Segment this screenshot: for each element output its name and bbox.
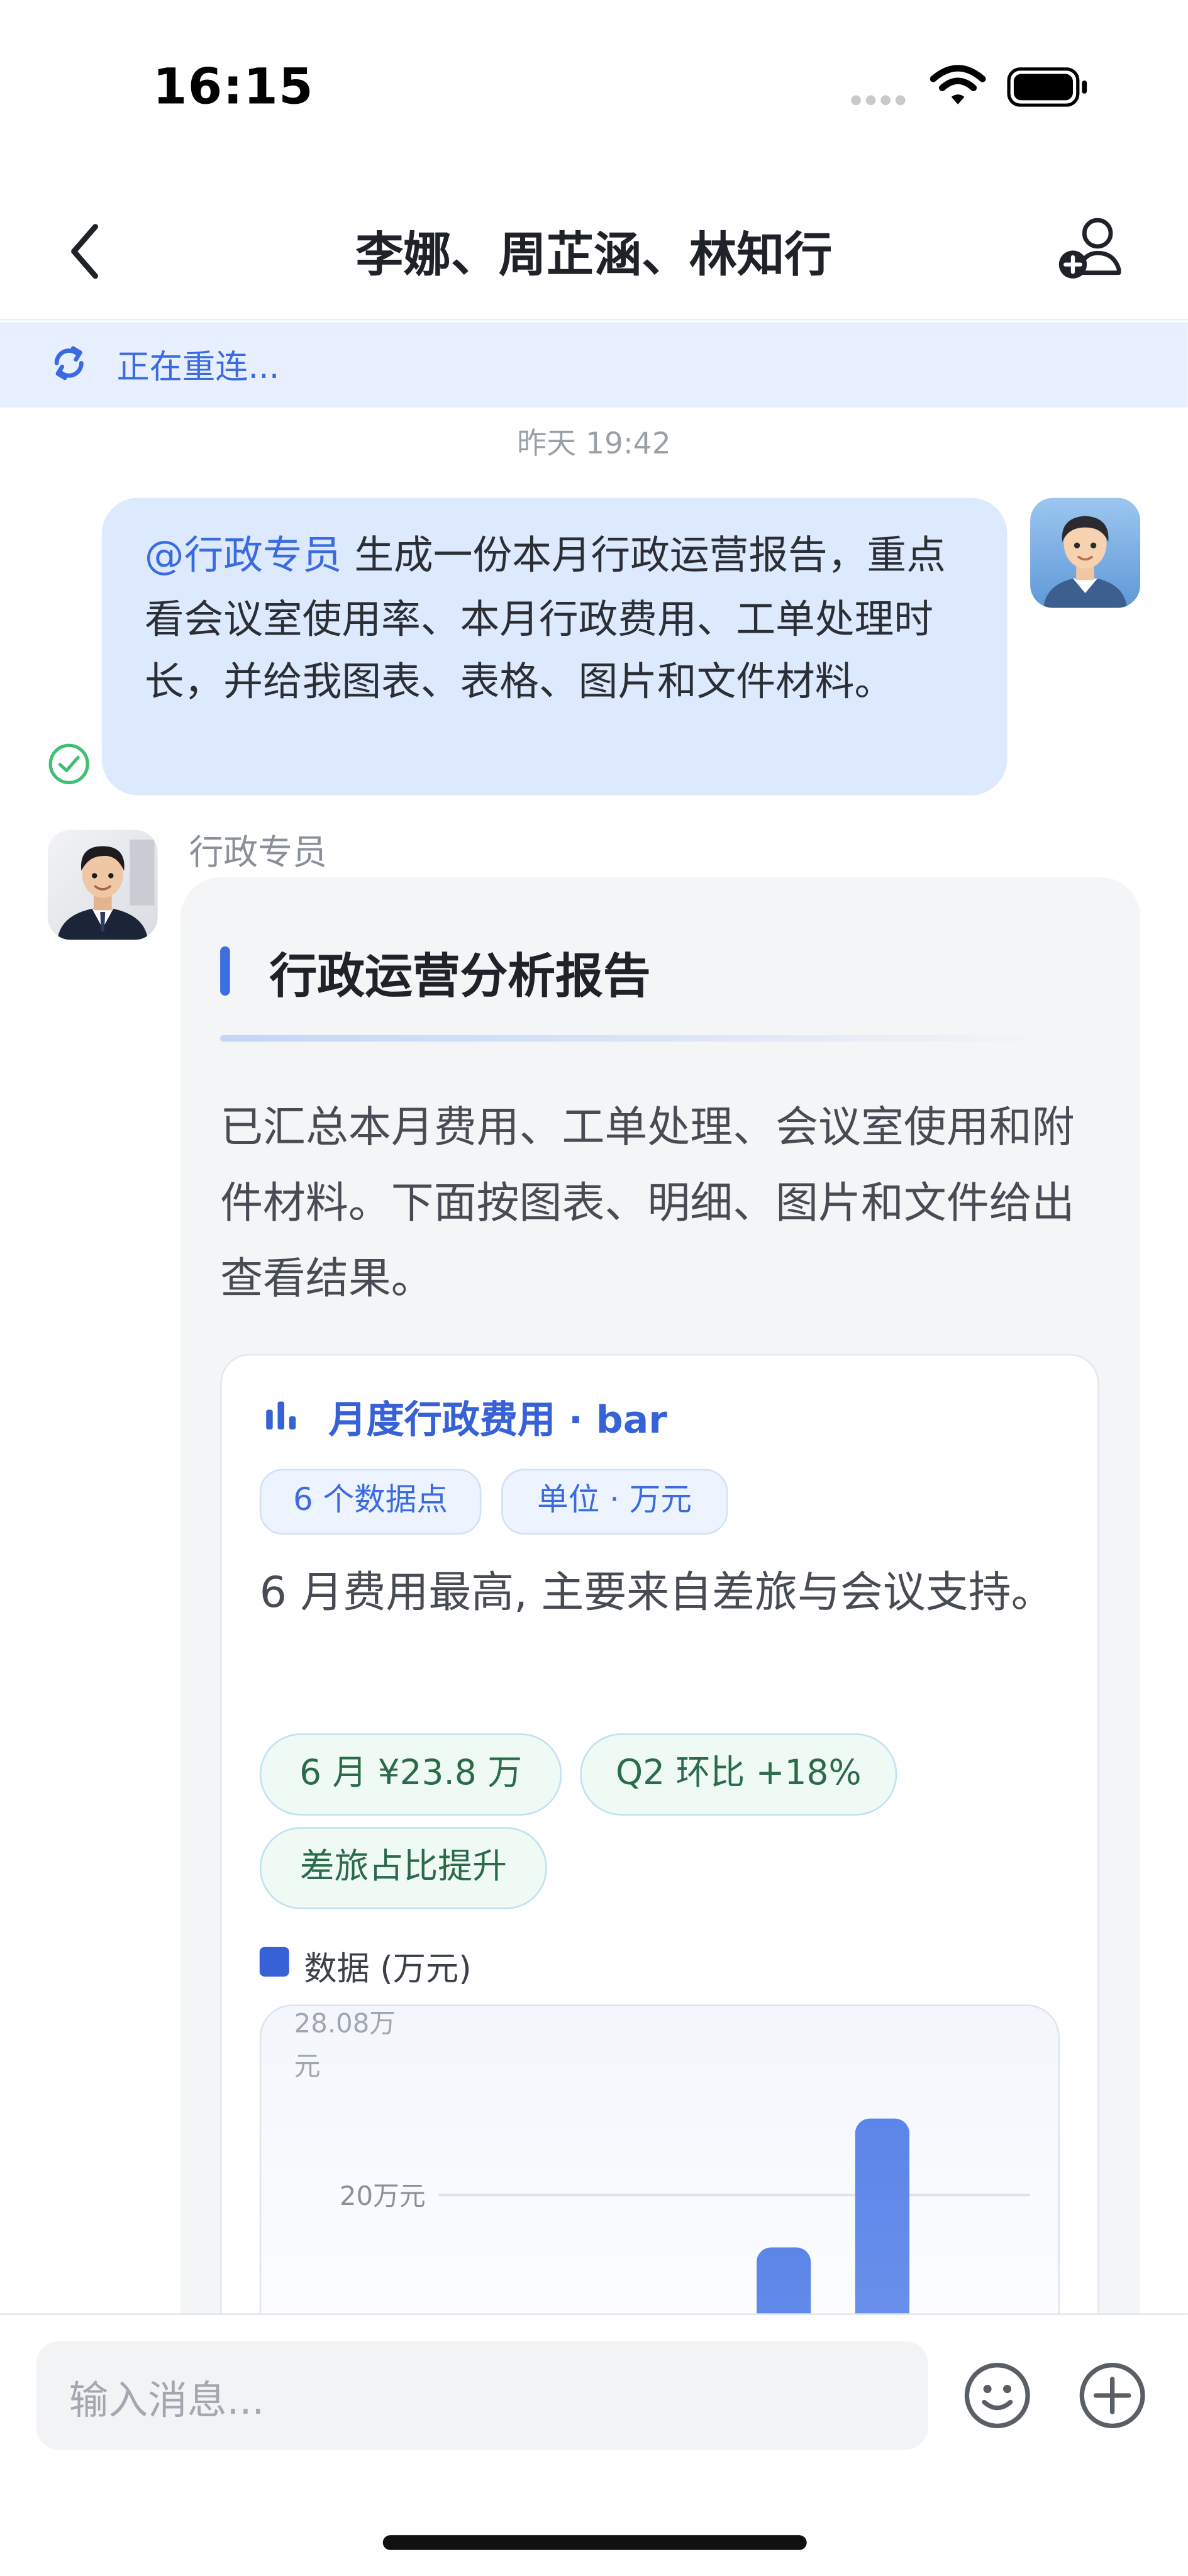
message-timestamp: 昨天 19:42 [517, 427, 671, 462]
add-person-icon[interactable] [1052, 214, 1130, 289]
unit-chip: 单位 · 万元 [501, 1468, 728, 1535]
check-circle-icon [48, 743, 89, 784]
report-title-accent [220, 946, 230, 996]
highlight-chip: 差旅占比提升 [259, 1827, 547, 1909]
message-input-placeholder: 输入消息... [69, 2377, 265, 2424]
data-points-chip: 6 个数据点 [259, 1468, 482, 1535]
battery-icon [1007, 67, 1087, 107]
legend-label: 数据 (万元) [304, 1948, 472, 1989]
reconnect-banner: 正在重连... [0, 322, 1188, 408]
highlight-chip: Q2 环比 +18% [580, 1733, 897, 1816]
y-tick-label: 元 [294, 2051, 321, 2082]
nav-divider [0, 318, 1188, 321]
chat-title: 李娜、周芷涵、林知行 [355, 226, 833, 283]
agent-avatar[interactable] [47, 830, 158, 940]
add-icon[interactable] [1078, 2361, 1147, 2430]
status-time: 16:15 [152, 59, 314, 117]
chart-note: 6 月费用最高, 主要来自差旅与会议支持。 [259, 1568, 1054, 1619]
wifi-icon [930, 65, 986, 104]
user-avatar[interactable] [1030, 497, 1141, 608]
y-tick-label: 28.08万 [294, 2008, 396, 2039]
reconnect-text: 正在重连... [116, 347, 280, 386]
report-title-divider [220, 1035, 1058, 1042]
emoji-icon[interactable] [963, 2361, 1032, 2430]
y-tick-label: 20万元 [340, 2180, 426, 2211]
home-indicator [382, 2535, 807, 2550]
report-summary: 已汇总本月费用、工单处理、会议室使用和附件材料。下面按图表、明细、图片和文件给出… [220, 1104, 1075, 1305]
signal-icon [851, 95, 906, 106]
report-title: 行政运营分析报告 [269, 948, 651, 1004]
bar-chart-icon [266, 1401, 296, 1430]
mention-tag[interactable]: @行政专员 [145, 532, 341, 578]
highlight-chip: 6 月 ¥23.8 万 [259, 1733, 562, 1816]
sync-icon [54, 346, 84, 380]
legend-swatch [259, 1946, 289, 1977]
back-icon[interactable] [59, 217, 115, 286]
agent-name: 行政专员 [189, 833, 327, 873]
chart-card-title: 月度行政费用 · bar [328, 1399, 667, 1443]
chat-screen: 16:15 李娜、周芷涵、林知行 正在重连... 昨天 19:42 @行政专员 … [0, 0, 1188, 2576]
user-message-bubble[interactable]: @行政专员 生成一份本月行政运营报告，重点看会议室使用率、本月行政费用、工单处理… [101, 497, 1008, 796]
